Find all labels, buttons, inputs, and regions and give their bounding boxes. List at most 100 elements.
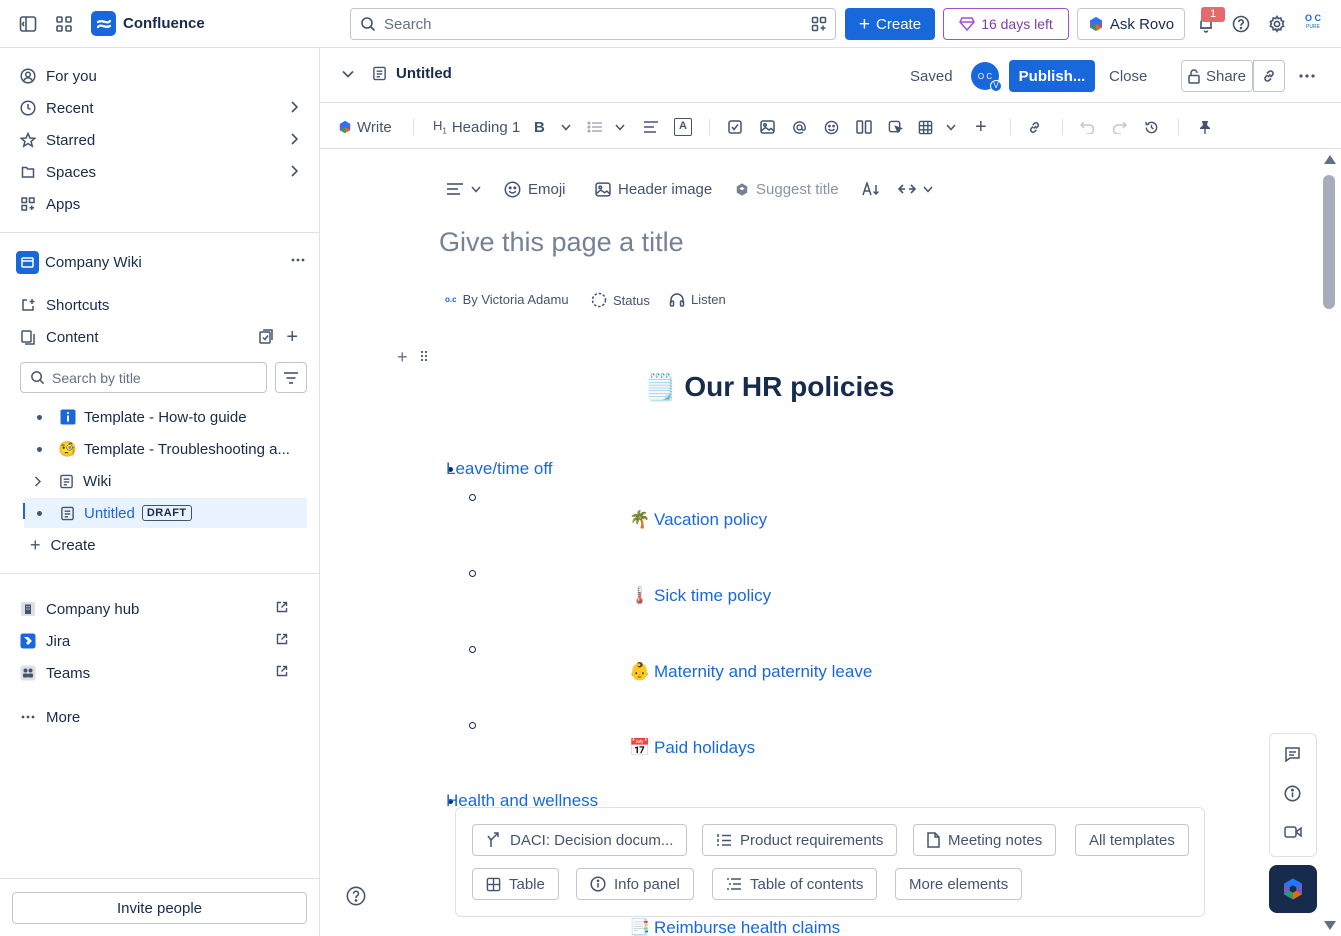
- page-title-input[interactable]: Give this page a title: [439, 227, 684, 258]
- emoji-icon[interactable]: [824, 117, 839, 137]
- sidebar-link-company-hub[interactable]: Company hub: [12, 593, 308, 625]
- version-history-icon[interactable]: [1144, 117, 1159, 137]
- chevron-right-icon[interactable]: [290, 133, 298, 145]
- insert-element-icon[interactable]: [888, 117, 903, 137]
- text-color-icon[interactable]: A: [674, 117, 692, 137]
- insert-toc-button[interactable]: Table of contents: [712, 868, 878, 900]
- list-item[interactable]: 🌴 Vacation policy: [629, 510, 767, 530]
- app-switcher-icon[interactable]: [52, 12, 76, 36]
- search-filter-icon[interactable]: [811, 16, 827, 32]
- chevron-right-icon[interactable]: [290, 101, 298, 113]
- tree-item-wiki[interactable]: Wiki: [24, 466, 307, 496]
- parental-leave-link[interactable]: Maternity and paternity leave: [654, 662, 872, 682]
- drag-handle-icon[interactable]: [420, 350, 428, 362]
- insert-more-icon[interactable]: +: [975, 116, 987, 138]
- scrollbar-thumb[interactable]: [1323, 175, 1335, 309]
- table-icon[interactable]: [918, 117, 933, 137]
- paid-holidays-link[interactable]: Paid holidays: [654, 738, 755, 758]
- write-mode-button[interactable]: Write: [338, 117, 392, 137]
- copy-link-button[interactable]: [1253, 60, 1285, 92]
- list-item[interactable]: 📅 Paid holidays: [629, 738, 755, 758]
- bold-button[interactable]: B: [534, 117, 545, 137]
- byline-author[interactable]: o.c By Victoria Adamu: [445, 292, 569, 307]
- sidebar-item-apps[interactable]: Apps: [12, 188, 308, 220]
- listen-button[interactable]: Listen: [669, 292, 726, 307]
- sidebar-item-recent[interactable]: Recent: [12, 92, 308, 124]
- sidebar-item-starred[interactable]: Starred: [12, 124, 308, 156]
- editor-scrollbar[interactable]: [1321, 149, 1341, 936]
- add-emoji-button[interactable]: Emoji: [504, 179, 566, 199]
- insert-info-panel-button[interactable]: Info panel: [576, 868, 694, 900]
- leave-section-link[interactable]: Leave/time off: [446, 459, 552, 479]
- new-page-icon[interactable]: [258, 329, 274, 345]
- tree-item-untitled[interactable]: Untitled DRAFT: [24, 498, 307, 528]
- space-header[interactable]: Company Wiki: [16, 248, 306, 276]
- heading-style-dropdown[interactable]: H1 Heading 1: [433, 117, 520, 137]
- trial-button[interactable]: 16 days left: [943, 8, 1069, 40]
- publish-button[interactable]: Publish...: [1009, 60, 1095, 92]
- link-icon[interactable]: [1027, 117, 1042, 137]
- create-button[interactable]: + Create: [845, 8, 935, 40]
- chevron-down-icon[interactable]: [342, 70, 354, 78]
- ask-rovo-button[interactable]: Ask Rovo: [1077, 8, 1185, 40]
- mention-icon[interactable]: [792, 117, 807, 137]
- comments-icon[interactable]: [1284, 746, 1301, 762]
- chevron-down-icon[interactable]: [561, 117, 571, 137]
- alignment-dropdown[interactable]: [446, 179, 481, 199]
- scroll-down-icon[interactable]: [1324, 921, 1336, 930]
- daci-template-button[interactable]: DACI: Decision docum...: [472, 824, 688, 856]
- create-page-link[interactable]: + Create: [22, 529, 318, 561]
- add-block-icon[interactable]: +: [397, 347, 408, 368]
- sidebar-item-content[interactable]: Content +: [12, 321, 308, 353]
- help-icon[interactable]: [1229, 12, 1253, 36]
- sidebar-item-more[interactable]: More: [12, 701, 308, 733]
- chevron-right-icon[interactable]: [290, 165, 298, 177]
- sidebar-item-for-you[interactable]: For you: [12, 60, 308, 92]
- settings-icon[interactable]: [1265, 12, 1289, 36]
- layout-icon[interactable]: [856, 117, 872, 137]
- chevron-down-icon[interactable]: [615, 117, 625, 137]
- text-size-button[interactable]: [862, 179, 880, 199]
- add-content-icon[interactable]: +: [286, 326, 298, 349]
- page-width-dropdown[interactable]: [898, 179, 933, 199]
- more-elements-button[interactable]: More elements: [895, 868, 1023, 900]
- product-requirements-button[interactable]: Product requirements: [702, 824, 898, 856]
- all-templates-button[interactable]: All templates: [1075, 824, 1189, 856]
- sidebar-item-spaces[interactable]: Spaces: [12, 156, 308, 188]
- details-info-icon[interactable]: [1284, 785, 1301, 802]
- search-input[interactable]: Search: [350, 8, 836, 40]
- align-icon[interactable]: [643, 117, 659, 137]
- video-icon[interactable]: [1284, 825, 1302, 839]
- more-actions-icon[interactable]: [1298, 68, 1316, 84]
- redo-icon[interactable]: [1112, 117, 1127, 137]
- sidebar-link-jira[interactable]: Jira: [12, 625, 308, 657]
- tree-item-troubleshooting[interactable]: 🧐 Template - Troubleshooting a...: [24, 434, 307, 464]
- sick-time-policy-link[interactable]: Sick time policy: [654, 586, 771, 606]
- tree-item-how-to-guide[interactable]: Template - How-to guide: [24, 402, 307, 432]
- confluence-logo[interactable]: Confluence: [91, 11, 205, 36]
- profile-avatar[interactable]: O C PURE: [1300, 13, 1326, 35]
- status-button[interactable]: Status: [591, 292, 650, 308]
- meeting-notes-button[interactable]: Meeting notes: [913, 824, 1057, 856]
- sidebar-item-shortcuts[interactable]: Shortcuts: [12, 289, 308, 321]
- scroll-up-icon[interactable]: [1324, 155, 1336, 164]
- chevron-right-icon[interactable]: [34, 475, 44, 487]
- close-button[interactable]: Close: [1109, 68, 1147, 85]
- vacation-policy-link[interactable]: Vacation policy: [654, 510, 767, 530]
- sidebar-search-input[interactable]: Search by title: [20, 362, 267, 393]
- bullet-list-icon[interactable]: [587, 117, 603, 137]
- filter-button[interactable]: [275, 362, 307, 393]
- page-breadcrumb-title[interactable]: Untitled: [372, 65, 452, 82]
- chevron-down-icon[interactable]: [946, 117, 956, 137]
- insert-table-button[interactable]: Table: [472, 868, 559, 900]
- list-item[interactable]: 👶 Maternity and paternity leave: [629, 662, 872, 682]
- list-item[interactable]: 🌡️ Sick time policy: [629, 586, 771, 606]
- keyboard-help-icon[interactable]: [346, 886, 366, 906]
- header-image-button[interactable]: Header image: [595, 179, 712, 199]
- sidebar-link-teams[interactable]: Teams: [12, 657, 308, 689]
- pin-icon[interactable]: [1198, 117, 1212, 137]
- more-options-icon[interactable]: [290, 252, 306, 268]
- share-button[interactable]: Share: [1181, 60, 1253, 92]
- list-item[interactable]: 📑 Reimburse health claims: [629, 918, 840, 936]
- suggest-title-button[interactable]: Suggest title: [735, 179, 839, 199]
